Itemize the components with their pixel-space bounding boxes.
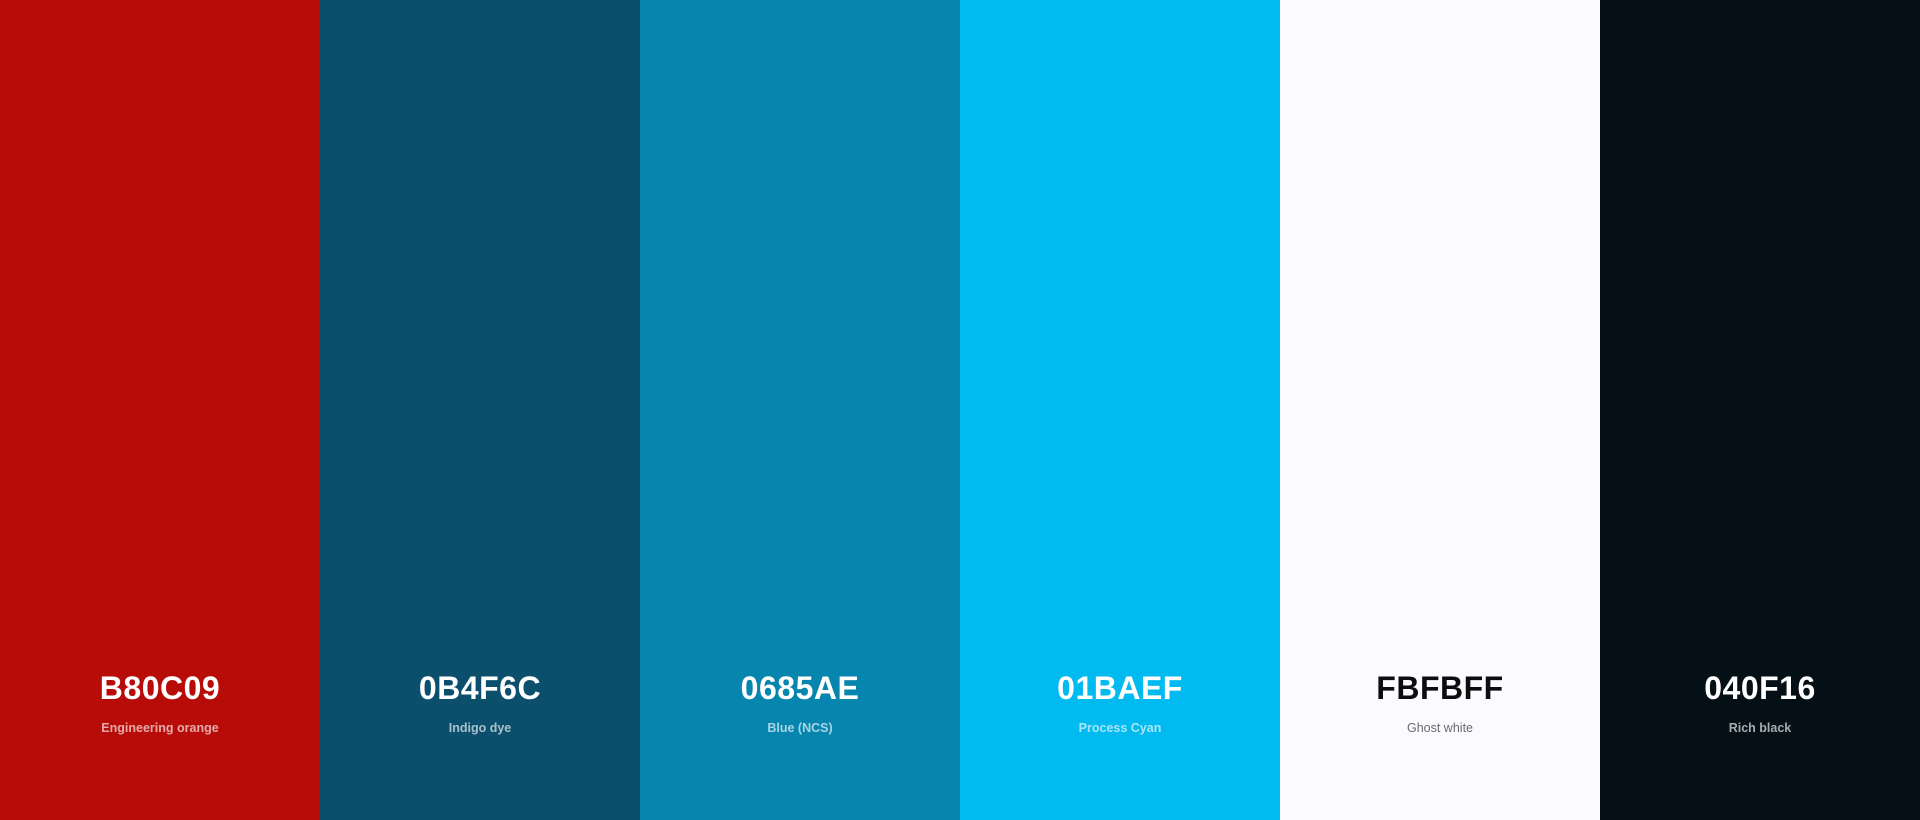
swatch-hex-code[interactable]: 040F16 [1600, 668, 1920, 708]
swatch-ghost-white[interactable]: FBFBFF Ghost white [1280, 0, 1600, 820]
swatch-info: 01BAEF Process Cyan [960, 668, 1280, 736]
swatch-process-cyan[interactable]: 01BAEF Process Cyan [960, 0, 1280, 820]
swatch-hex-code[interactable]: FBFBFF [1280, 668, 1600, 708]
swatch-info: 0685AE Blue (NCS) [640, 668, 960, 736]
swatch-color-name: Process Cyan [1078, 721, 1162, 735]
swatch-info: B80C09 Engineering orange [0, 668, 320, 736]
swatch-color-name: Engineering orange [101, 721, 219, 735]
swatch-color-name: Ghost white [1406, 721, 1473, 735]
swatch-color-name: Rich black [1728, 721, 1792, 735]
swatch-engineering-orange[interactable]: B80C09 Engineering orange [0, 0, 320, 820]
swatch-hex-code[interactable]: B80C09 [0, 668, 320, 708]
swatch-info: FBFBFF Ghost white [1280, 668, 1600, 736]
color-palette: B80C09 Engineering orange 0B4F6C Indigo … [0, 0, 1920, 820]
swatch-rich-black[interactable]: 040F16 Rich black [1600, 0, 1920, 820]
swatch-hex-code[interactable]: 0B4F6C [320, 668, 640, 708]
swatch-color-name: Blue (NCS) [767, 721, 833, 735]
swatch-info: 040F16 Rich black [1600, 668, 1920, 736]
swatch-info: 0B4F6C Indigo dye [320, 668, 640, 736]
swatch-hex-code[interactable]: 01BAEF [960, 668, 1280, 708]
swatch-indigo-dye[interactable]: 0B4F6C Indigo dye [320, 0, 640, 820]
swatch-blue-ncs[interactable]: 0685AE Blue (NCS) [640, 0, 960, 820]
swatch-hex-code[interactable]: 0685AE [640, 668, 960, 708]
swatch-color-name: Indigo dye [448, 721, 512, 735]
